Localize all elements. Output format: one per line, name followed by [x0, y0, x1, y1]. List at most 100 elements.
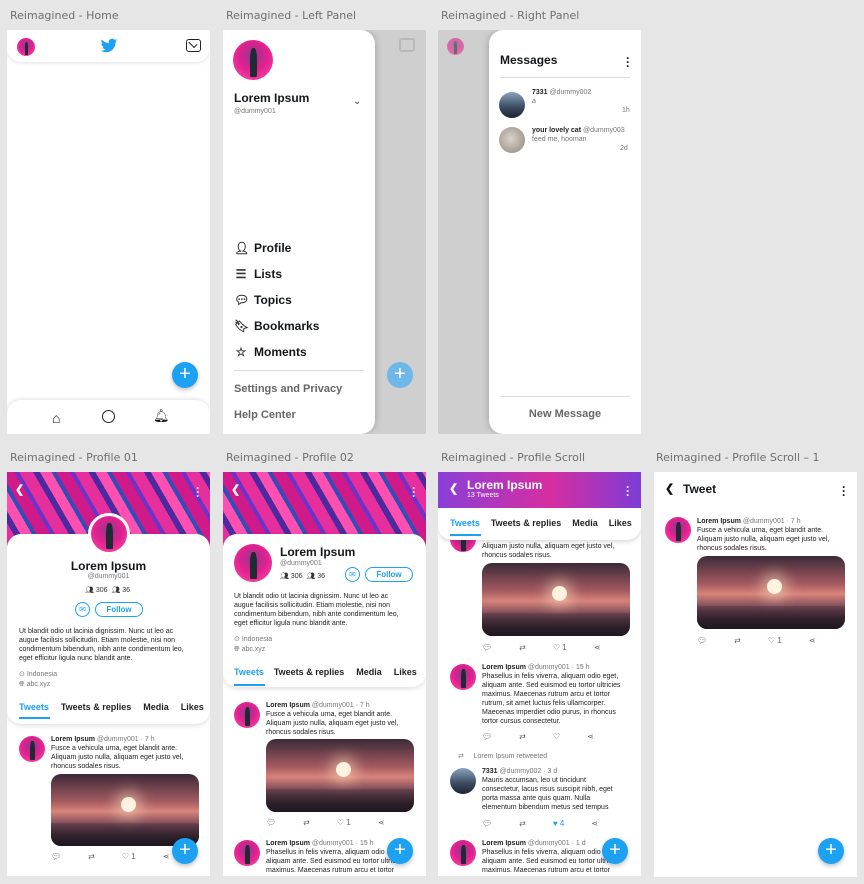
- message-item[interactable]: 7331 @dummy002 a 1h: [489, 86, 641, 122]
- tweet-text: rhoncus sodales risus.: [266, 729, 336, 736]
- reply-icon[interactable]: 💬︎: [266, 818, 276, 827]
- retweet-icon[interactable]: ⇄: [88, 852, 95, 861]
- reply-icon[interactable]: 💬︎: [482, 819, 492, 828]
- following-icon: 👥︎: [111, 587, 121, 594]
- message-time: 2d: [620, 145, 628, 152]
- tab-tweets[interactable]: Tweets: [234, 667, 264, 677]
- share-icon[interactable]: ⋖: [587, 732, 594, 741]
- avatar[interactable]: [17, 38, 35, 56]
- tweet-image-sunset[interactable]: [51, 774, 199, 846]
- tab-tweets[interactable]: Tweets: [19, 702, 49, 712]
- more-vertical-icon[interactable]: · · ·: [412, 482, 416, 502]
- reply-icon[interactable]: 💬︎: [697, 636, 707, 645]
- message-preview: feed me, hooman: [532, 136, 587, 143]
- like-count: 1: [562, 643, 567, 652]
- tab-replies[interactable]: Tweets & replies: [274, 667, 344, 677]
- share-icon[interactable]: ⋖: [378, 818, 385, 827]
- reply-icon[interactable]: 💬︎: [51, 852, 61, 861]
- tab-media[interactable]: Media: [143, 702, 169, 712]
- tab-media[interactable]: Media: [572, 518, 598, 528]
- like-icon[interactable]: ♡ 1: [122, 852, 136, 861]
- back-arrow-icon[interactable]: ❮: [665, 482, 674, 495]
- new-message-button[interactable]: New Message: [489, 408, 641, 420]
- menu-item-topics[interactable]: 💬︎ Topics: [234, 293, 292, 307]
- back-arrow-icon[interactable]: ❮: [449, 482, 458, 495]
- like-count: 4: [559, 819, 565, 828]
- tab-likes[interactable]: Likes: [394, 667, 417, 677]
- compose-fab-button[interactable]: +: [818, 838, 844, 864]
- share-icon[interactable]: ⋖: [809, 636, 816, 645]
- retweet-icon[interactable]: ⇄: [519, 643, 526, 652]
- tab-replies[interactable]: Tweets & replies: [61, 702, 131, 712]
- chevron-down-icon[interactable]: ⌄: [353, 96, 361, 107]
- tweet-image-sunset[interactable]: [697, 556, 845, 629]
- divider: [500, 396, 630, 397]
- like-icon[interactable]: ♡ 1: [768, 636, 782, 645]
- menu-item-bookmarks[interactable]: 🔖︎ Bookmarks: [234, 319, 319, 333]
- search-icon[interactable]: [102, 410, 115, 423]
- like-icon[interactable]: ♡: [553, 732, 560, 741]
- menu-item-lists[interactable]: ☰ Lists: [234, 267, 282, 281]
- list-icon: ☰: [235, 267, 247, 281]
- tweet-image-sunset[interactable]: [266, 739, 414, 812]
- menu-item-profile[interactable]: 👤︎ Profile: [234, 241, 291, 255]
- home-icon[interactable]: ⌂: [52, 410, 60, 426]
- tweet-image-sunset[interactable]: [482, 563, 630, 636]
- reply-icon[interactable]: 💬︎: [482, 732, 492, 741]
- tweet-text: Fusce a vehicula urna, eget blandit ante…: [266, 711, 393, 718]
- retweet-icon[interactable]: ⇄: [734, 636, 741, 645]
- more-vertical-icon[interactable]: · · ·: [626, 52, 630, 72]
- menu-item-settings[interactable]: Settings and Privacy: [234, 383, 342, 395]
- more-vertical-icon[interactable]: · · ·: [842, 481, 846, 501]
- back-arrow-icon[interactable]: ❮: [15, 483, 24, 496]
- more-vertical-icon[interactable]: · · ·: [196, 482, 200, 502]
- like-icon[interactable]: ♡ 1: [337, 818, 351, 827]
- like-icon[interactable]: ♡ 1: [553, 643, 567, 652]
- retweet-icon[interactable]: ⇄: [519, 819, 526, 828]
- followers-count[interactable]: 306: [291, 573, 303, 580]
- compose-fab-button[interactable]: +: [387, 838, 413, 864]
- follow-button[interactable]: Follow: [95, 602, 143, 617]
- tab-tweets[interactable]: Tweets: [450, 518, 480, 528]
- back-arrow-icon[interactable]: ❮: [231, 483, 240, 496]
- compose-fab-button[interactable]: +: [172, 838, 198, 864]
- retweet-icon[interactable]: ⇄: [303, 818, 310, 827]
- bell-icon[interactable]: 🔔︎: [153, 408, 170, 424]
- message-button[interactable]: ✉: [75, 602, 90, 617]
- menu-item-moments[interactable]: ☆ Moments: [234, 345, 307, 359]
- tweet-text: Aliquam justo nulla, aliquam eget justo …: [266, 720, 399, 727]
- tab-media[interactable]: Media: [356, 667, 382, 677]
- compose-fab-button[interactable]: +: [172, 362, 198, 388]
- tab-likes[interactable]: Likes: [609, 518, 632, 528]
- share-icon[interactable]: ⋖: [163, 852, 170, 861]
- following-count[interactable]: 36: [317, 573, 325, 580]
- followers-count[interactable]: 306: [96, 587, 108, 594]
- tab-likes[interactable]: Likes: [181, 702, 204, 712]
- link-icon: 🌐︎: [234, 646, 240, 653]
- avatar[interactable]: [233, 40, 273, 80]
- messages-title: Messages: [500, 53, 558, 67]
- share-icon[interactable]: ⋖: [591, 819, 598, 828]
- menu-item-help-center[interactable]: Help Center: [234, 409, 296, 421]
- retweet-icon[interactable]: ⇄: [519, 732, 526, 741]
- website-link[interactable]: abc.xyz: [27, 681, 51, 688]
- tweet-author-handle: @dummy002 · 3 d: [499, 768, 558, 775]
- avatar: [499, 92, 525, 118]
- reply-icon[interactable]: 💬︎: [482, 643, 492, 652]
- mail-icon[interactable]: [186, 38, 201, 52]
- following-count[interactable]: 36: [122, 587, 130, 594]
- share-icon[interactable]: ⋖: [594, 643, 601, 652]
- like-icon-active[interactable]: ♥ 4: [553, 819, 564, 828]
- message-item[interactable]: your lovely cat @dummy003 feed me, hooma…: [489, 124, 641, 160]
- tab-replies[interactable]: Tweets & replies: [491, 518, 561, 528]
- compose-fab-dimmed: +: [387, 362, 413, 388]
- bio-line: Ut blandit odio ut lacinia dignissim. Nu…: [19, 628, 174, 635]
- follow-button[interactable]: Follow: [365, 567, 413, 582]
- person-icon: 👤︎: [234, 241, 250, 255]
- more-vertical-icon[interactable]: · · ·: [626, 481, 630, 501]
- avatar: [234, 702, 260, 728]
- website-link[interactable]: abc.xyz: [242, 646, 266, 653]
- compose-fab-button[interactable]: +: [602, 838, 628, 864]
- message-button[interactable]: ✉: [345, 567, 360, 582]
- retweeted-label: Lorem Ipsum retweeted: [473, 753, 548, 760]
